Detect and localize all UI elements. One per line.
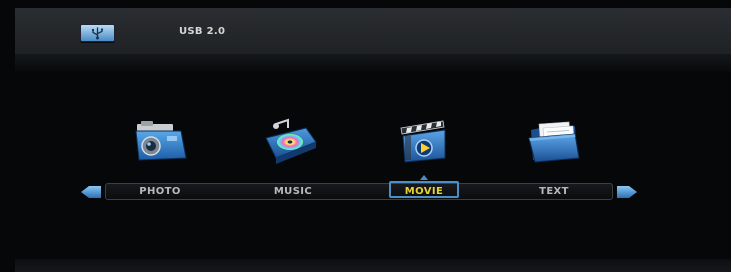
footer-bar: [15, 259, 731, 272]
arrow-right-icon[interactable]: [616, 184, 638, 198]
header-shadow: [15, 54, 731, 74]
media-player-screen: USB 2.0 PHOTO MUSIC MOVIE TEXT: [0, 0, 731, 272]
menu-item-movie[interactable]: MOVIE: [390, 184, 458, 199]
menu-item-music[interactable]: MUSIC: [260, 184, 326, 199]
selection-pointer-icon: [420, 175, 428, 180]
device-label: USB 2.0: [179, 26, 226, 37]
usb-drive-icon: [80, 24, 115, 42]
folder-documents-icon[interactable]: [525, 118, 583, 164]
clapperboard-icon[interactable]: [397, 118, 455, 164]
camera-icon[interactable]: [133, 118, 191, 164]
music-disc-icon[interactable]: [262, 118, 320, 164]
menu-item-photo[interactable]: PHOTO: [127, 184, 193, 199]
menu-item-text[interactable]: TEXT: [521, 184, 587, 199]
header-bar: [15, 8, 731, 54]
arrow-left-icon[interactable]: [80, 184, 102, 198]
